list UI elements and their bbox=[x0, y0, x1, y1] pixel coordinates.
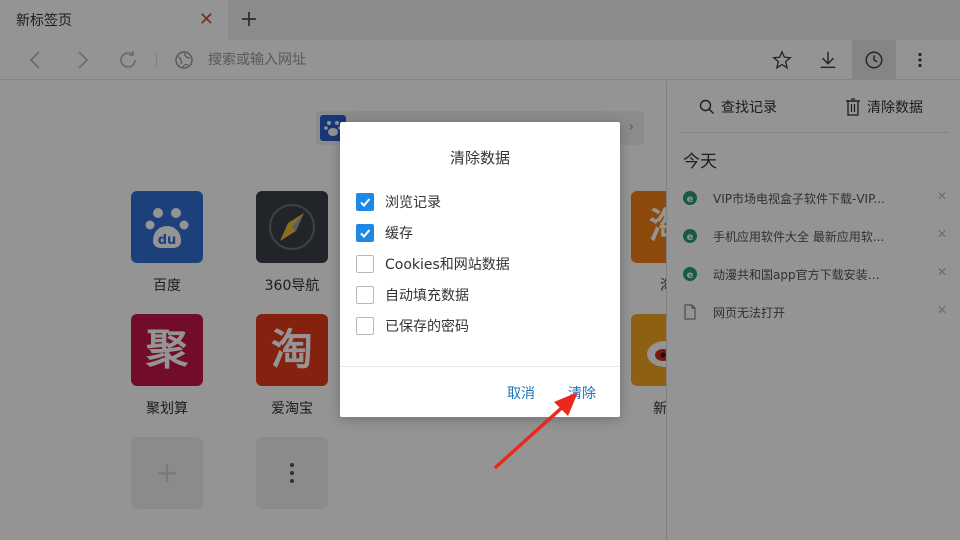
annotation-arrow-icon bbox=[494, 392, 578, 469]
